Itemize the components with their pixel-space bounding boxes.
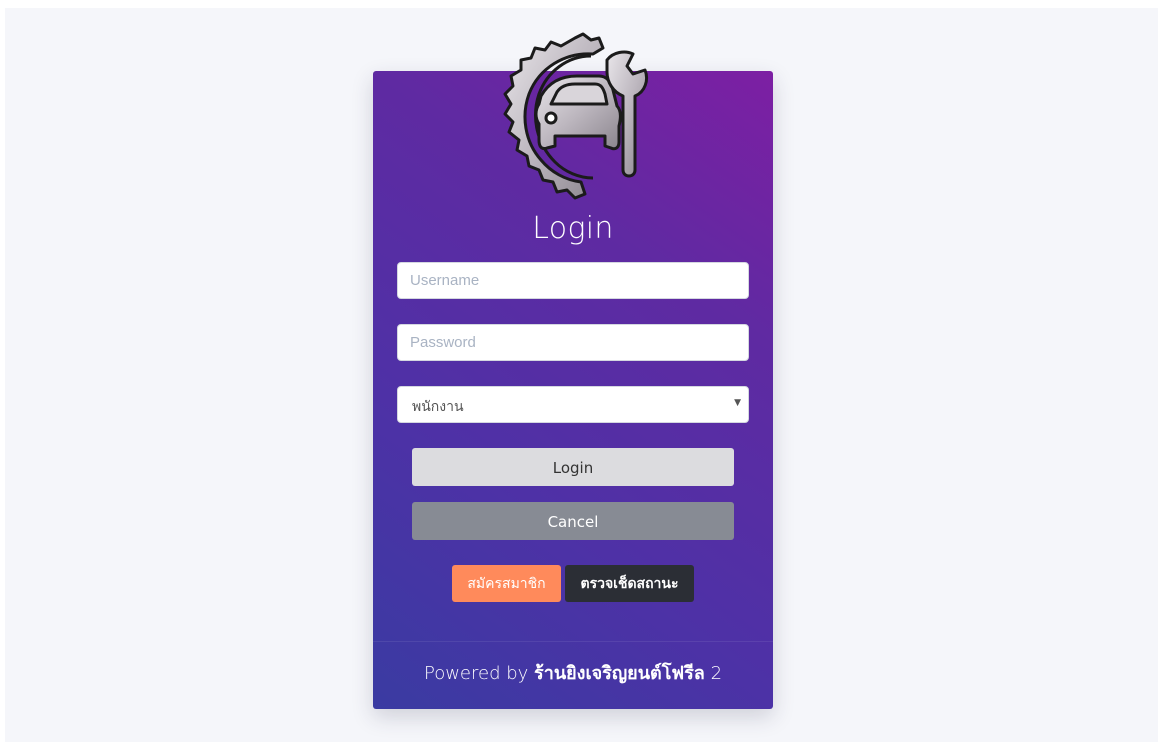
caret-down-icon: ▼ <box>734 398 741 408</box>
footer-credit: Powered by ร้านยิงเจริญยนต์โฟรีล 2 <box>373 658 773 687</box>
username-input[interactable] <box>397 262 749 299</box>
password-input[interactable] <box>397 324 749 361</box>
gear-car-wrench-icon <box>503 32 649 200</box>
page-title: Login <box>532 211 614 246</box>
login-button[interactable]: Login <box>412 448 734 486</box>
role-select-value: พนักงาน <box>412 399 464 415</box>
cancel-button[interactable]: Cancel <box>412 502 734 540</box>
register-button[interactable]: สมัครสมาชิก <box>452 565 561 602</box>
footer-suffix: 2 <box>710 663 723 684</box>
footer-shop-name: ร้านยิงเจริญยนต์โฟรีล <box>534 663 705 684</box>
check-status-button[interactable]: ตรวจเช็ดสถานะ <box>565 565 694 602</box>
role-select[interactable]: พนักงาน ▼ <box>397 386 749 423</box>
footer-powered-by: Powered by <box>423 663 529 684</box>
footer-divider <box>373 641 773 642</box>
